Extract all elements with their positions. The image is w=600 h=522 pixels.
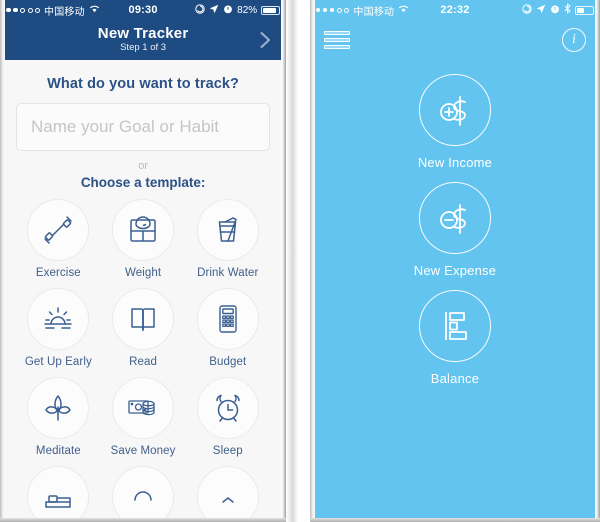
action-balance[interactable]: Balance	[418, 290, 491, 386]
template-tile-meditate[interactable]: Meditate	[16, 377, 101, 457]
template-label: Exercise	[35, 267, 81, 279]
action-label: New Expense	[413, 263, 497, 278]
rotation-lock-icon	[522, 3, 532, 17]
choose-template-heading: Choose a template:	[80, 175, 206, 190]
template-label: Save Money	[110, 445, 176, 457]
question-heading: What do you want to track?	[47, 76, 240, 92]
rotation-lock-icon	[195, 3, 205, 17]
water-glass-icon	[196, 199, 259, 261]
left-status-right: 82%	[195, 3, 283, 17]
next-step-button[interactable]	[254, 29, 276, 51]
partial-icon	[196, 466, 259, 522]
goal-input-placeholder: Name your Goal or Habit	[31, 117, 220, 136]
template-tile-sleep[interactable]: Sleep	[185, 377, 270, 457]
template-tile-partial-3[interactable]	[185, 466, 270, 522]
template-label: Sleep	[212, 445, 243, 457]
calculator-icon	[196, 288, 259, 350]
phone-gap-divider	[286, 0, 298, 522]
template-grid: Exercise Weight Drink Water Get Up Early…	[16, 199, 270, 522]
location-arrow-icon	[536, 4, 546, 17]
minus-dollar-icon	[418, 182, 491, 254]
template-tile-drink-water[interactable]: Drink Water	[185, 199, 270, 279]
money-coins-icon	[112, 377, 175, 439]
info-glyph: i	[572, 32, 576, 47]
template-tile-budget[interactable]: Budget	[185, 288, 270, 368]
template-tile-weight[interactable]: Weight	[101, 199, 186, 279]
template-tile-read[interactable]: Read	[101, 288, 186, 368]
leaf-icon	[27, 377, 90, 439]
right-content-area: New Income New Expense Balance	[310, 60, 600, 522]
template-tile-get-up-early[interactable]: Get Up Early	[16, 288, 101, 368]
weight-scale-icon	[112, 199, 175, 261]
goal-name-input[interactable]: Name your Goal or Habit	[16, 103, 271, 151]
hamburger-menu-icon[interactable]	[323, 31, 350, 49]
alarm-clock-icon	[550, 4, 560, 17]
step-indicator: Step 1 of 3	[120, 42, 167, 53]
sunrise-icon	[27, 288, 90, 350]
dumbbell-icon	[27, 199, 90, 261]
left-status-bar: 中国移动 09:30 82%	[0, 0, 287, 20]
location-arrow-icon	[209, 4, 219, 17]
bluetooth-icon	[564, 3, 571, 17]
bed-icon	[27, 466, 90, 522]
right-status-right	[522, 3, 596, 17]
battery-icon	[575, 5, 596, 15]
bar-chart-icon	[418, 290, 491, 362]
alarm-clock-icon	[223, 4, 233, 17]
template-label: Budget	[209, 356, 247, 368]
right-phone-screen: 中国移动 22:32 i New Income New Expense Bala…	[309, 0, 600, 522]
battery-icon	[261, 5, 283, 15]
plus-dollar-icon	[418, 74, 491, 146]
template-label: Read	[129, 356, 157, 368]
smile-icon	[112, 466, 175, 522]
left-phone-screen: 中国移动 09:30 82% New Tracker Step 1 of 3 W…	[0, 0, 287, 522]
template-tile-exercise[interactable]: Exercise	[16, 199, 101, 279]
action-label: Balance	[430, 371, 480, 386]
template-tile-partial-2[interactable]	[101, 466, 186, 522]
action-new-expense[interactable]: New Expense	[414, 182, 496, 278]
template-label: Weight	[124, 267, 162, 279]
alarm-clock-icon	[196, 377, 259, 439]
battery-percent-label: 82%	[237, 4, 258, 16]
right-nav-bar: i	[310, 20, 600, 60]
left-content-area: What do you want to track? Name your Goa…	[0, 60, 287, 522]
or-divider-label: or	[138, 160, 148, 172]
info-icon[interactable]: i	[562, 28, 586, 52]
template-tile-partial-1[interactable]	[16, 466, 101, 522]
action-label: New Income	[417, 155, 493, 170]
left-nav-bar: New Tracker Step 1 of 3	[0, 20, 287, 60]
template-tile-save-money[interactable]: Save Money	[101, 377, 186, 457]
page-title: New Tracker	[97, 25, 189, 42]
dual-phone-screenshot: 中国移动 09:30 82% New Tracker Step 1 of 3 W…	[0, 0, 600, 522]
right-status-bar: 中国移动 22:32	[309, 0, 600, 20]
open-book-icon	[112, 288, 175, 350]
template-label: Drink Water	[197, 267, 259, 279]
template-label: Meditate	[35, 445, 81, 457]
action-new-income[interactable]: New Income	[418, 74, 492, 170]
template-label: Get Up Early	[24, 356, 92, 368]
